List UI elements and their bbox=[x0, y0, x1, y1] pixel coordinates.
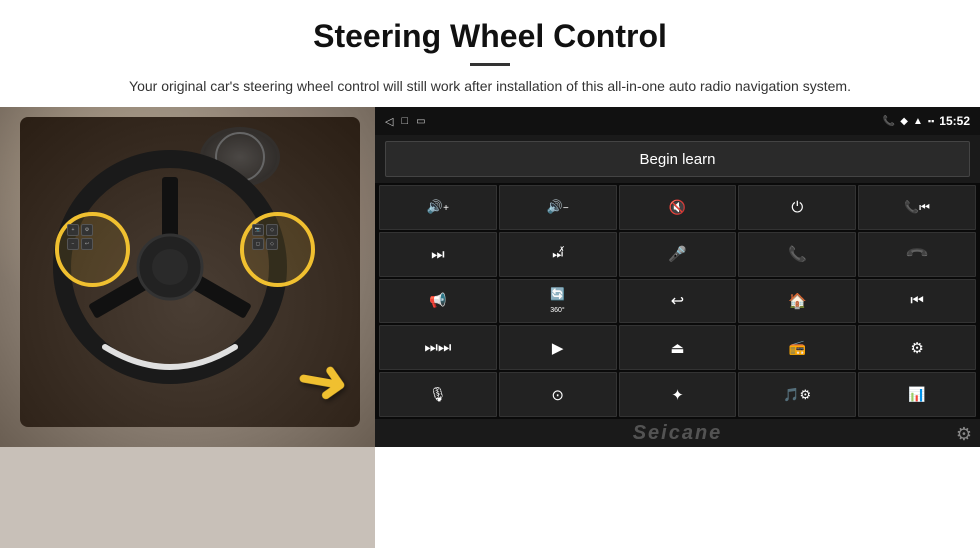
mute-icon: 🔇 bbox=[669, 199, 686, 216]
next-track-button[interactable]: ⏭ bbox=[379, 232, 497, 277]
home-nav-icon[interactable]: □ bbox=[401, 115, 408, 127]
fast-forward-icon: ⏭⏭ bbox=[424, 339, 451, 356]
camera360-button[interactable]: 🔄360° bbox=[499, 279, 617, 324]
bluetooth-icon: ✦ bbox=[671, 386, 684, 404]
vol-down-icon: 🔊− bbox=[547, 199, 569, 215]
power-button[interactable]: ⏻ bbox=[738, 185, 856, 230]
controls-grid: 🔊+ 🔊− 🔇 ⏻ 📞⏮ ⏭ ⏭✗ bbox=[375, 183, 980, 419]
mic-button[interactable]: 🎤 bbox=[619, 232, 737, 277]
title-divider bbox=[470, 63, 510, 66]
prev-track-icon: ⏮ bbox=[910, 292, 924, 309]
settings-gear-icon: ⚙ bbox=[956, 424, 972, 444]
menu-icon: ⊙ bbox=[551, 386, 564, 404]
next-track-icon: ⏭ bbox=[431, 246, 445, 263]
page-title: Steering Wheel Control bbox=[60, 18, 920, 55]
ff-skip-icon: ⏭✗ bbox=[552, 247, 563, 262]
call-prev-button[interactable]: 📞⏮ bbox=[858, 185, 976, 230]
begin-learn-row: Begin learn bbox=[375, 135, 980, 183]
horn-button[interactable]: 📢 bbox=[379, 279, 497, 324]
mute-button[interactable]: 🔇 bbox=[619, 185, 737, 230]
recents-nav-icon[interactable]: ▭ bbox=[416, 116, 425, 127]
begin-learn-button[interactable]: Begin learn bbox=[385, 141, 970, 177]
radio-icon: 📻 bbox=[789, 339, 806, 356]
voice-button[interactable]: 🎙 bbox=[379, 372, 497, 417]
play-button[interactable]: ▶ bbox=[499, 325, 617, 370]
status-bar: ◁ □ ▭ 📞 ◆ ▲ ▪▪ 15:52 bbox=[375, 107, 980, 135]
settings-button[interactable]: ⚙ bbox=[956, 424, 972, 445]
fast-forward-button[interactable]: ⏭⏭ bbox=[379, 325, 497, 370]
bluetooth-button[interactable]: ✦ bbox=[619, 372, 737, 417]
voice-icon: 🎙 bbox=[429, 386, 447, 403]
camera360-icon: 🔄360° bbox=[550, 287, 565, 315]
android-ui: ◁ □ ▭ 📞 ◆ ▲ ▪▪ 15:52 Begin learn bbox=[375, 107, 980, 447]
content-row: + ⚙ − ↩ 📷 ◇ ◻ ◇ bbox=[0, 107, 980, 548]
location-status-icon: ◆ bbox=[900, 116, 908, 127]
header: Steering Wheel Control Your original car… bbox=[0, 0, 980, 107]
back-button[interactable]: ↩ bbox=[619, 279, 737, 324]
mic-icon: 🎤 bbox=[668, 245, 687, 263]
page: Steering Wheel Control Your original car… bbox=[0, 0, 980, 548]
seicane-watermark: Seicane bbox=[633, 422, 723, 445]
vol-up-icon: 🔊+ bbox=[427, 199, 449, 215]
spectrum-button[interactable]: 📊 bbox=[858, 372, 976, 417]
eject-button[interactable]: ⏏ bbox=[619, 325, 737, 370]
car-background: + ⚙ − ↩ 📷 ◇ ◻ ◇ bbox=[0, 107, 375, 447]
horn-icon: 📢 bbox=[429, 292, 446, 309]
back-icon: ↩ bbox=[671, 291, 684, 311]
car-image-area: + ⚙ − ↩ 📷 ◇ ◻ ◇ bbox=[0, 107, 375, 548]
vol-up-button[interactable]: 🔊+ bbox=[379, 185, 497, 230]
android-bottom: Seicane ⚙ bbox=[375, 419, 980, 447]
music-settings-icon: 🎵⚙ bbox=[783, 387, 811, 403]
music-settings-button[interactable]: 🎵⚙ bbox=[738, 372, 856, 417]
equalizer-icon: ⚙ bbox=[910, 339, 923, 357]
vol-down-button[interactable]: 🔊− bbox=[499, 185, 617, 230]
power-icon: ⏻ bbox=[791, 199, 803, 216]
wifi-status-icon: ▲ bbox=[913, 116, 923, 127]
status-right-icons: 📞 ◆ ▲ ▪▪ 15:52 bbox=[883, 114, 970, 128]
eject-icon: ⏏ bbox=[670, 339, 684, 357]
radio-button[interactable]: 📻 bbox=[738, 325, 856, 370]
arrow-icon: ➜ bbox=[291, 344, 355, 416]
status-nav-icons: ◁ □ ▭ bbox=[385, 115, 426, 128]
menu-button[interactable]: ⊙ bbox=[499, 372, 617, 417]
page-subtitle: Your original car's steering wheel contr… bbox=[110, 76, 870, 97]
prev-track-button[interactable]: ⏮ bbox=[858, 279, 976, 324]
home-button[interactable]: 🏠 bbox=[738, 279, 856, 324]
ff-skip-button[interactable]: ⏭✗ bbox=[499, 232, 617, 277]
phone-status-icon: 📞 bbox=[883, 116, 895, 127]
clock: 15:52 bbox=[939, 114, 970, 128]
equalizer-button[interactable]: ⚙ bbox=[858, 325, 976, 370]
hangup-button[interactable]: 📞 bbox=[858, 232, 976, 277]
play-icon: ▶ bbox=[552, 339, 564, 357]
back-nav-icon[interactable]: ◁ bbox=[385, 115, 393, 128]
hangup-icon: 📞 bbox=[904, 241, 930, 267]
phone-button[interactable]: 📞 bbox=[738, 232, 856, 277]
battery-icon: ▪▪ bbox=[928, 116, 934, 126]
call-prev-icon: 📞⏮ bbox=[904, 200, 930, 215]
phone-icon: 📞 bbox=[788, 245, 807, 263]
spectrum-icon: 📊 bbox=[908, 386, 925, 403]
home-icon: 🏠 bbox=[788, 292, 807, 310]
